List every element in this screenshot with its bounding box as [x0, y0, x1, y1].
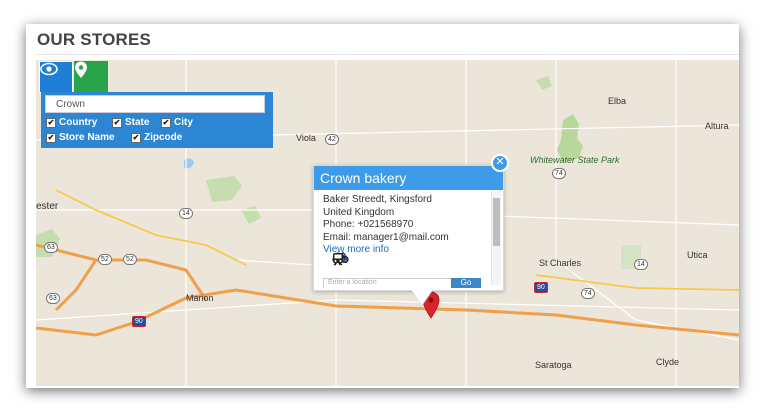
route-shield: 63: [46, 293, 60, 304]
route-shield: 42: [325, 134, 339, 145]
route-shield: 52: [123, 254, 137, 265]
checkbox-icon[interactable]: ✔: [46, 117, 56, 128]
route-shield: 52: [98, 254, 112, 265]
stores-card: OUR STORES Elba Altura Viola Whitewater …: [26, 24, 739, 388]
route-shield: 74: [581, 288, 595, 299]
info-scrollbar[interactable]: [491, 190, 501, 285]
place-label: Utica: [687, 250, 708, 260]
close-icon[interactable]: ✕: [491, 154, 509, 172]
filter-label: City: [174, 117, 193, 128]
filter-label: Zipcode: [144, 132, 183, 143]
store-email: Email: manager1@mail.com: [323, 231, 449, 243]
route-shield: 63: [44, 242, 58, 253]
transit-icon[interactable]: [333, 252, 454, 266]
store-info-window: Crown bakery Baker Streedt, Kingsford Un…: [313, 165, 504, 291]
store-address: Baker Streedt, Kingsford: [323, 194, 432, 205]
place-label: Whitewater State Park: [530, 155, 620, 165]
place-label: Marion: [186, 293, 214, 303]
place-label: ester: [36, 201, 59, 212]
locate-button[interactable]: [74, 61, 108, 93]
filter-label: Country: [59, 117, 98, 128]
store-map[interactable]: Elba Altura Viola Whitewater State Park …: [36, 60, 739, 386]
search-panel: ✔ Country ✔ State ✔ City ✔ Store Name ✔ …: [41, 92, 273, 148]
travel-modes: [332, 252, 454, 266]
filter-zipcode[interactable]: ✔ Zipcode: [131, 132, 182, 143]
place-label: Saratoga: [535, 360, 572, 370]
filter-state[interactable]: ✔ State: [112, 117, 149, 128]
checkbox-icon[interactable]: ✔: [161, 117, 171, 128]
view-toggle-button[interactable]: [39, 61, 73, 93]
store-details: Baker Streedt, Kingsford United Kingdom …: [323, 194, 449, 257]
scrollbar-thumb[interactable]: [493, 198, 500, 246]
go-button[interactable]: Go: [451, 278, 481, 288]
title-divider: [36, 54, 739, 55]
route-shield: 14: [179, 208, 193, 219]
checkbox-icon[interactable]: ✔: [131, 132, 141, 143]
route-shield: 14: [634, 259, 648, 270]
route-shield: 90: [534, 282, 548, 293]
filter-label: State: [125, 117, 150, 128]
route-shield: 90: [132, 316, 146, 327]
store-country: United Kingdom: [323, 206, 395, 218]
filter-city[interactable]: ✔ City: [161, 117, 193, 128]
search-input[interactable]: [45, 95, 265, 113]
filter-label: Store Name: [59, 132, 115, 143]
info-window-tail: [411, 289, 433, 305]
filter-store-name[interactable]: ✔ Store Name: [46, 132, 115, 143]
filter-country[interactable]: ✔ Country: [46, 117, 97, 128]
bicycle-icon[interactable]: [332, 252, 419, 266]
checkbox-icon[interactable]: ✔: [46, 132, 56, 143]
location-pin-icon: [75, 61, 87, 78]
store-phone: Phone: +021568970: [323, 219, 414, 230]
eye-icon: [40, 62, 58, 76]
place-label: Elba: [608, 96, 627, 106]
store-name: Crown bakery: [314, 166, 503, 190]
route-shield: 74: [552, 168, 566, 179]
place-label: Altura: [705, 121, 729, 131]
checkbox-icon[interactable]: ✔: [112, 117, 122, 128]
page-title: OUR STORES: [37, 30, 152, 49]
place-label: Clyde: [656, 357, 680, 367]
walking-icon[interactable]: [333, 252, 384, 266]
place-label: St Charles: [539, 258, 582, 268]
place-label: Viola: [296, 133, 316, 143]
